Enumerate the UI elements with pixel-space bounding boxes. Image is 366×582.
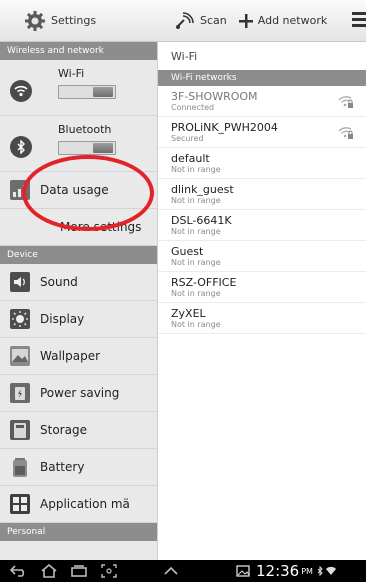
- wifi-network-item[interactable]: PROLiNK_PWH2004 Secured: [158, 117, 366, 148]
- secured-wifi-signal-icon: [338, 125, 354, 139]
- gallery-icon: [232, 563, 254, 579]
- sound-icon: [10, 272, 30, 292]
- wifi-network-item[interactable]: DSL-6641K Not in range: [158, 210, 366, 241]
- sidebar-item-application-manager[interactable]: Application mä: [0, 486, 157, 523]
- wifi-network-item[interactable]: Guest Not in range: [158, 241, 366, 272]
- wifi-icon: [10, 80, 32, 102]
- network-ssid: default: [171, 151, 210, 165]
- sidebar-item-data-usage[interactable]: Data usage: [0, 172, 157, 209]
- wifi-network-item[interactable]: ZyXEL Not in range: [158, 303, 366, 334]
- data-usage-icon: [10, 180, 30, 200]
- more-settings-label: More settings: [60, 220, 142, 234]
- sidebar-item-label: Storage: [40, 423, 87, 437]
- app-title-area[interactable]: Settings: [0, 10, 145, 32]
- sidebar-item-label: Display: [40, 312, 85, 326]
- display-icon: [10, 309, 30, 329]
- wifi-status-icon: [325, 563, 337, 579]
- secured-wifi-signal-icon: [338, 94, 354, 108]
- sidebar-item-power-saving[interactable]: Power saving: [0, 375, 157, 412]
- action-bar: Settings Scan Add network: [0, 0, 366, 42]
- bluetooth-label: Bluetooth: [58, 123, 112, 136]
- network-ssid: RSZ-OFFICE: [171, 275, 237, 289]
- network-ssid: DSL-6641K: [171, 213, 232, 227]
- sidebar-item-label: Application mä: [40, 497, 130, 511]
- sidebar-item-wallpaper[interactable]: Wallpaper: [0, 338, 157, 375]
- recent-apps-icon[interactable]: [68, 563, 90, 579]
- sidebar-item-more-settings[interactable]: More settings: [0, 209, 157, 246]
- wifi-label: Wi-Fi: [58, 67, 85, 80]
- wifi-details-pane: Wi-Fi Wi-Fi networks 3F-SHOWROOM Connecte…: [158, 42, 366, 560]
- wifi-network-item[interactable]: default Not in range: [158, 148, 366, 179]
- sidebar-item-storage[interactable]: Storage: [0, 412, 157, 449]
- network-ssid: 3F-SHOWROOM: [171, 89, 258, 103]
- storage-icon: [10, 420, 30, 440]
- scan-label: Scan: [200, 14, 227, 27]
- wifi-network-item[interactable]: 3F-SHOWROOM Connected: [158, 86, 366, 117]
- settings-categories-pane: Wireless and network Wi-Fi Bluetooth Dat…: [0, 42, 158, 560]
- add-network-button[interactable]: Add network: [238, 0, 328, 42]
- back-icon[interactable]: [8, 563, 30, 579]
- network-status: Not in range: [171, 257, 221, 267]
- wifi-networks-header: Wi-Fi networks: [158, 70, 366, 86]
- battery-icon: [10, 457, 30, 477]
- screenshot-icon[interactable]: [98, 563, 120, 579]
- clock-time: 12:36: [256, 562, 300, 580]
- scan-button[interactable]: Scan: [175, 0, 227, 42]
- chevron-up-icon[interactable]: [160, 563, 182, 579]
- sidebar-item-sound[interactable]: Sound: [0, 264, 157, 301]
- network-ssid: PROLiNK_PWH2004: [171, 120, 278, 134]
- bluetooth-status-icon: [315, 563, 325, 579]
- plus-icon: [238, 13, 253, 28]
- network-status: Connected: [171, 102, 215, 112]
- wifi-network-item[interactable]: RSZ-OFFICE Not in range: [158, 272, 366, 303]
- network-ssid: dlink_guest: [171, 182, 234, 196]
- power-saving-icon: [10, 383, 30, 403]
- network-status: Secured: [171, 133, 204, 143]
- wifi-toggle[interactable]: [58, 85, 116, 99]
- sidebar-item-display[interactable]: Display: [0, 301, 157, 338]
- network-ssid: Guest: [171, 244, 204, 258]
- sidebar-item-wifi[interactable]: Wi-Fi: [0, 60, 157, 116]
- network-status: Not in range: [171, 226, 221, 236]
- network-status: Not in range: [171, 195, 221, 205]
- overflow-menu-icon[interactable]: [352, 12, 366, 30]
- data-usage-label: Data usage: [40, 183, 109, 197]
- wifi-network-item[interactable]: dlink_guest Not in range: [158, 179, 366, 210]
- wifi-page-title: Wi-Fi: [171, 49, 198, 63]
- sidebar-item-label: Wallpaper: [40, 349, 101, 363]
- network-status: Not in range: [171, 164, 221, 174]
- settings-gear-icon: [24, 10, 46, 32]
- wifi-network-list: 3F-SHOWROOM Connected PROLiNK_PWH2004 Secur…: [158, 86, 366, 334]
- wallpaper-icon: [10, 346, 30, 366]
- network-status: Not in range: [171, 319, 221, 329]
- section-header-device: Device: [0, 246, 157, 264]
- system-bar: 12:36 PM: [0, 560, 366, 582]
- application-manager-icon: [10, 494, 30, 514]
- sidebar-item-label: Battery: [40, 460, 85, 474]
- sidebar-item-battery[interactable]: Battery: [0, 449, 157, 486]
- network-ssid: ZyXEL: [171, 306, 206, 320]
- bluetooth-toggle[interactable]: [58, 141, 116, 155]
- scan-icon: [175, 11, 195, 30]
- device-settings-list: Sound Display Wallpaper Power saving Storage…: [0, 264, 157, 523]
- sidebar-item-label: Power saving: [40, 386, 120, 400]
- add-network-label: Add network: [257, 14, 328, 27]
- app-title: Settings: [51, 14, 97, 27]
- home-icon[interactable]: [38, 563, 60, 579]
- clock-ampm: PM: [301, 566, 313, 576]
- sidebar-item-label: Sound: [40, 275, 78, 289]
- section-header-wireless: Wireless and network: [0, 42, 157, 60]
- sidebar-item-bluetooth[interactable]: Bluetooth: [0, 116, 157, 172]
- network-status: Not in range: [171, 288, 221, 298]
- section-header-personal: Personal: [0, 523, 157, 541]
- bluetooth-icon: [10, 136, 32, 158]
